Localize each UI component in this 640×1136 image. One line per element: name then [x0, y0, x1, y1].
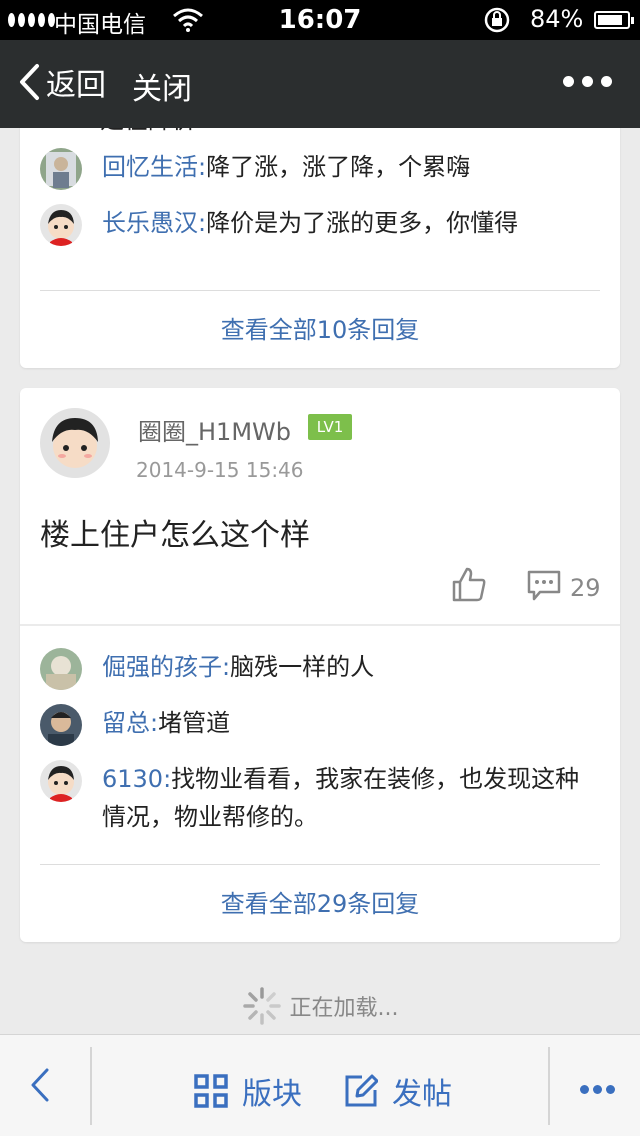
feed: 是在降价 回忆生活:降了涨，涨了降，个累嗨 长乐愚汉:降价是为了涨的更多，你懂得… [0, 128, 640, 1034]
board-button[interactable]: 版块 [194, 1069, 302, 1113]
more-menu-button[interactable] [563, 76, 612, 87]
nav-bar: 返回 关闭 [0, 40, 640, 128]
loading-text: 正在加载... [289, 996, 399, 1021]
avatar[interactable] [40, 408, 110, 478]
divider [20, 624, 620, 626]
post-body: 楼上住户怎么这个样 [40, 518, 310, 553]
post-timestamp: 2014-9-15 15:46 [136, 458, 304, 482]
post-author[interactable]: 圈圈_H1MWb [138, 412, 291, 447]
view-all-replies-link[interactable]: 查看全部10条回复 [20, 310, 620, 345]
close-button[interactable]: 关闭 [132, 64, 192, 108]
spinner-icon [242, 987, 281, 1025]
reply-text: 降价是为了涨的更多，你懂得 [206, 209, 519, 237]
back-label: 返回 [46, 68, 106, 103]
reply-text: 找物业看看，我家在装修，也发现这种情况，物业帮修的。 [102, 765, 580, 831]
avatar [40, 760, 82, 802]
reply-author[interactable]: 倔强的孩子: [102, 653, 230, 681]
avatar [40, 204, 82, 246]
toolbar-back-button[interactable] [28, 1067, 52, 1107]
divider [548, 1047, 550, 1125]
avatar [40, 148, 82, 190]
reply-author[interactable]: 留总: [102, 709, 158, 737]
reply-text: 堵管道 [158, 709, 231, 737]
like-button[interactable] [450, 566, 488, 608]
grid-icon [194, 1074, 228, 1108]
view-all-replies-link[interactable]: 查看全部29条回复 [20, 884, 620, 919]
battery-icon [594, 11, 634, 29]
board-label: 版块 [242, 1077, 302, 1112]
toolbar-more-button[interactable] [580, 1085, 615, 1094]
divider [40, 290, 600, 291]
reply-author[interactable]: 6130: [102, 765, 171, 793]
divider [90, 1047, 92, 1125]
reply-partial-text: 是在降价 [100, 128, 196, 136]
chevron-left-icon [20, 64, 39, 100]
status-bar: 中国电信 16:07 84% [0, 0, 640, 40]
avatar [40, 704, 82, 746]
reply-text: 脑残一样的人 [230, 653, 375, 681]
comment-icon [527, 570, 561, 601]
rotation-lock-icon [482, 6, 512, 40]
edit-icon [345, 1074, 378, 1107]
back-button[interactable]: 返回 [18, 60, 106, 104]
reply-author[interactable]: 长乐愚汉: [102, 209, 206, 237]
loading-indicator: 正在加载... [0, 986, 640, 1026]
post-label: 发帖 [392, 1077, 452, 1112]
bottom-toolbar: 版块 发帖 [0, 1034, 640, 1136]
new-post-button[interactable]: 发帖 [344, 1069, 452, 1113]
thumbs-up-icon [452, 567, 486, 602]
reply-author[interactable]: 回忆生活: [102, 153, 206, 181]
chevron-left-icon [31, 1068, 49, 1102]
comment-button[interactable] [526, 568, 562, 608]
comment-count: 29 [570, 574, 601, 602]
post-card: 圈圈_H1MWb LV1 2014-9-15 15:46 楼上住户怎么这个样 2… [20, 388, 620, 942]
divider [40, 864, 600, 865]
battery-percent: 84% [530, 5, 584, 33]
reply-text: 降了涨，涨了降，个累嗨 [206, 153, 471, 181]
avatar [40, 648, 82, 690]
previous-post-card: 是在降价 回忆生活:降了涨，涨了降，个累嗨 长乐愚汉:降价是为了涨的更多，你懂得… [20, 128, 620, 368]
level-badge: LV1 [308, 414, 352, 440]
